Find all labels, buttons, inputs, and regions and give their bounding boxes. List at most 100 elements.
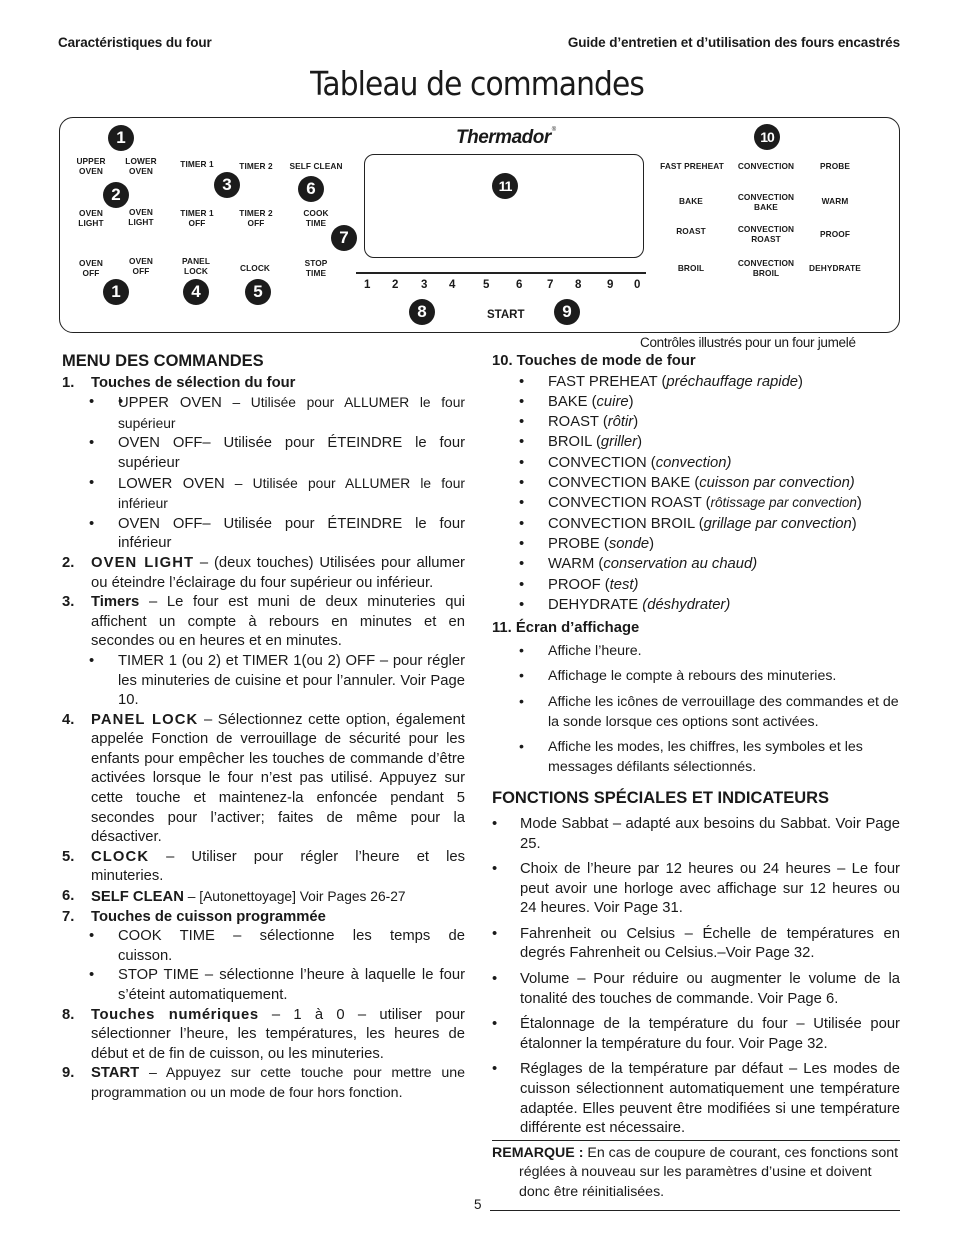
bullet-icon: • [519,373,525,390]
key-broil[interactable]: BROIL [668,263,714,273]
oven-modes-list: • FAST PREHEAT (préchauffage rapide) • BAKE… [492,372,900,616]
key-start[interactable]: START [487,309,524,321]
key-name: OVEN OFF [118,435,203,452]
mode-close: ) [798,373,803,390]
mode-close: ) [856,495,862,512]
key-number-7[interactable]: 7 [547,279,553,291]
mode-key: FAST PREHEAT ( [548,373,667,390]
bullet-icon: • [519,576,525,593]
key-convection[interactable]: CONVECTION [730,161,802,171]
key-oven-off-lower[interactable]: OVEN OFF [120,256,162,276]
mode-french: rôtir [607,414,634,431]
callout-badge-11: 11 [492,173,518,199]
mode-french: préchauffage rapide [666,373,799,390]
key-upper-oven[interactable]: UPPER OVEN [72,156,110,176]
list-item-text: Mode Sabbat – adapté aux besoins du Sabb… [520,815,900,852]
key-convection-roast[interactable]: CONVECTION ROAST [730,224,802,244]
list-item: • Volume – Pour réduire ou augmenter le v… [492,971,900,1007]
bullet-icon: • [519,475,525,492]
mode-key: CONVECTION ROAST ( [548,495,711,512]
thermador-logo: Thermador® [456,127,556,149]
list-item: • Affichage le compte à rebours des minut… [519,668,837,685]
callout-badge-6: 6 [298,176,324,202]
key-oven-light-lower[interactable]: OVEN LIGHT [120,207,162,227]
section-9-number: 9. [62,1065,75,1082]
mode-french: rôtissage par convection [710,495,857,511]
key-dehydrate[interactable]: DEHYDRATE [802,263,868,273]
stop-time-text: STOP TIME – sélectionne l’heure à laquel… [118,967,465,1003]
callout-badge-8: 8 [409,299,435,325]
key-oven-light-upper[interactable]: OVEN LIGHT [72,208,110,228]
list-item-text: Réglages de la température par défaut – … [520,1061,900,1137]
callout-badge-2: 2 [103,182,129,208]
key-number-1[interactable]: 1 [364,279,370,291]
key-number-0[interactable]: 0 [634,279,640,291]
section-8-number: 8. [62,1006,75,1023]
left-column: MENU DES COMMANDES 1. Touches de sélecti… [62,352,465,1104]
mode-key: ROAST ( [548,414,608,431]
mode-french: cuisson par convection) [699,475,855,492]
key-number-8[interactable]: 8 [575,279,581,291]
section-5: 5. CLOCK – Utiliser pour régler l’heure e… [62,848,465,887]
list-item-text: Étalonnage de la température du four – U… [520,1016,900,1052]
oven-mode-item: • CONVECTION ROAST (rôtissage par convect… [492,493,900,513]
key-name: UPPER OVEN [118,395,222,412]
display-features-list: • Affiche l’heure. • Affichage le compte à… [492,642,900,778]
mode-key: BAKE ( [548,393,597,410]
section-7-title: Touches de cuisson programmée [91,908,326,925]
bullet-icon: • [519,495,525,512]
key-number-2[interactable]: 2 [392,279,398,291]
bullet-icon: • [519,454,525,471]
section-7-number: 7. [62,908,75,925]
special-functions-heading: FONCTIONS SPÉCIALES ET INDICATEURS [492,789,830,808]
key-panel-lock[interactable]: PANEL LOCK [173,256,219,276]
callout-badge-9: 9 [554,299,580,325]
right-column: 10. Touches de mode de four • FAST PREHEA… [492,352,900,1203]
note: REMARQUE : En cas de coupure de courant,… [492,1144,900,1203]
key-proof[interactable]: PROOF [808,229,862,239]
key-clock[interactable]: CLOCK [232,263,278,273]
key-fast-preheat[interactable]: FAST PREHEAT [656,161,728,171]
header-section-title: Caractéristiques du four [58,35,212,50]
oven-mode-item: • CONVECTION (convection) [492,453,900,473]
mode-french: sonde [608,535,650,552]
key-number-5[interactable]: 5 [483,279,489,291]
key-convection-broil[interactable]: CONVECTION BROIL [730,258,802,278]
key-self-clean[interactable]: SELF CLEAN [286,161,346,171]
key-cook-time[interactable]: COOK TIME [296,208,336,228]
section-3-text: – Le four est muni de deux minuteries qu… [91,594,465,650]
key-roast[interactable]: ROAST [668,226,714,236]
key-number-3[interactable]: 3 [421,279,427,291]
key-timer1-off[interactable]: TIMER 1 OFF [173,208,221,228]
mode-french: convection) [655,454,732,471]
mode-close: ) [649,535,655,552]
list-item: • Affiche les icônes de verrouillage des … [519,693,899,730]
mode-french: griller [600,434,638,451]
section-10-title: 10. Touches de mode de four [492,353,696,369]
key-lower-oven[interactable]: LOWER OVEN [120,156,162,176]
mode-key: CONVECTION BAKE ( [548,475,700,492]
section-9: 9. START – Appuyez sur cette touche pour … [62,1064,465,1103]
key-bake[interactable]: BAKE [668,196,714,206]
key-timer2[interactable]: TIMER 2 [232,161,280,171]
key-timer2-off[interactable]: TIMER 2 OFF [232,208,280,228]
key-oven-off-upper[interactable]: OVEN OFF [72,258,110,278]
key-stop-time[interactable]: STOP TIME [296,258,336,278]
callout-badge-1: 1 [108,125,134,151]
key-number-6[interactable]: 6 [516,279,522,291]
bullet-icon: • [519,515,525,532]
key-number-4[interactable]: 4 [449,279,455,291]
key-number-9[interactable]: 9 [607,279,613,291]
section-6: 6. SELF CLEAN – [Autonettoyage] Voir Page… [62,887,465,908]
list-item: • Affiche les modes, les chiffres, les sy… [519,739,863,775]
mode-french: grillage par convection [703,515,852,532]
list-item: • STOP TIME – sélectionne l’heure à laque… [89,967,465,1003]
key-probe[interactable]: PROBE [808,161,862,171]
list-item-text: Volume – Pour réduire ou augmenter le vo… [520,971,900,1007]
section-3-number: 3. [62,594,75,611]
key-timer1[interactable]: TIMER 1 [173,159,221,169]
oven-mode-item: • WARM (conservation au chaud) [492,554,900,574]
key-convection-bake[interactable]: CONVECTION BAKE [730,192,802,212]
key-warm[interactable]: WARM [808,196,862,206]
oven-mode-item: • PROBE (sonde) [492,534,900,554]
